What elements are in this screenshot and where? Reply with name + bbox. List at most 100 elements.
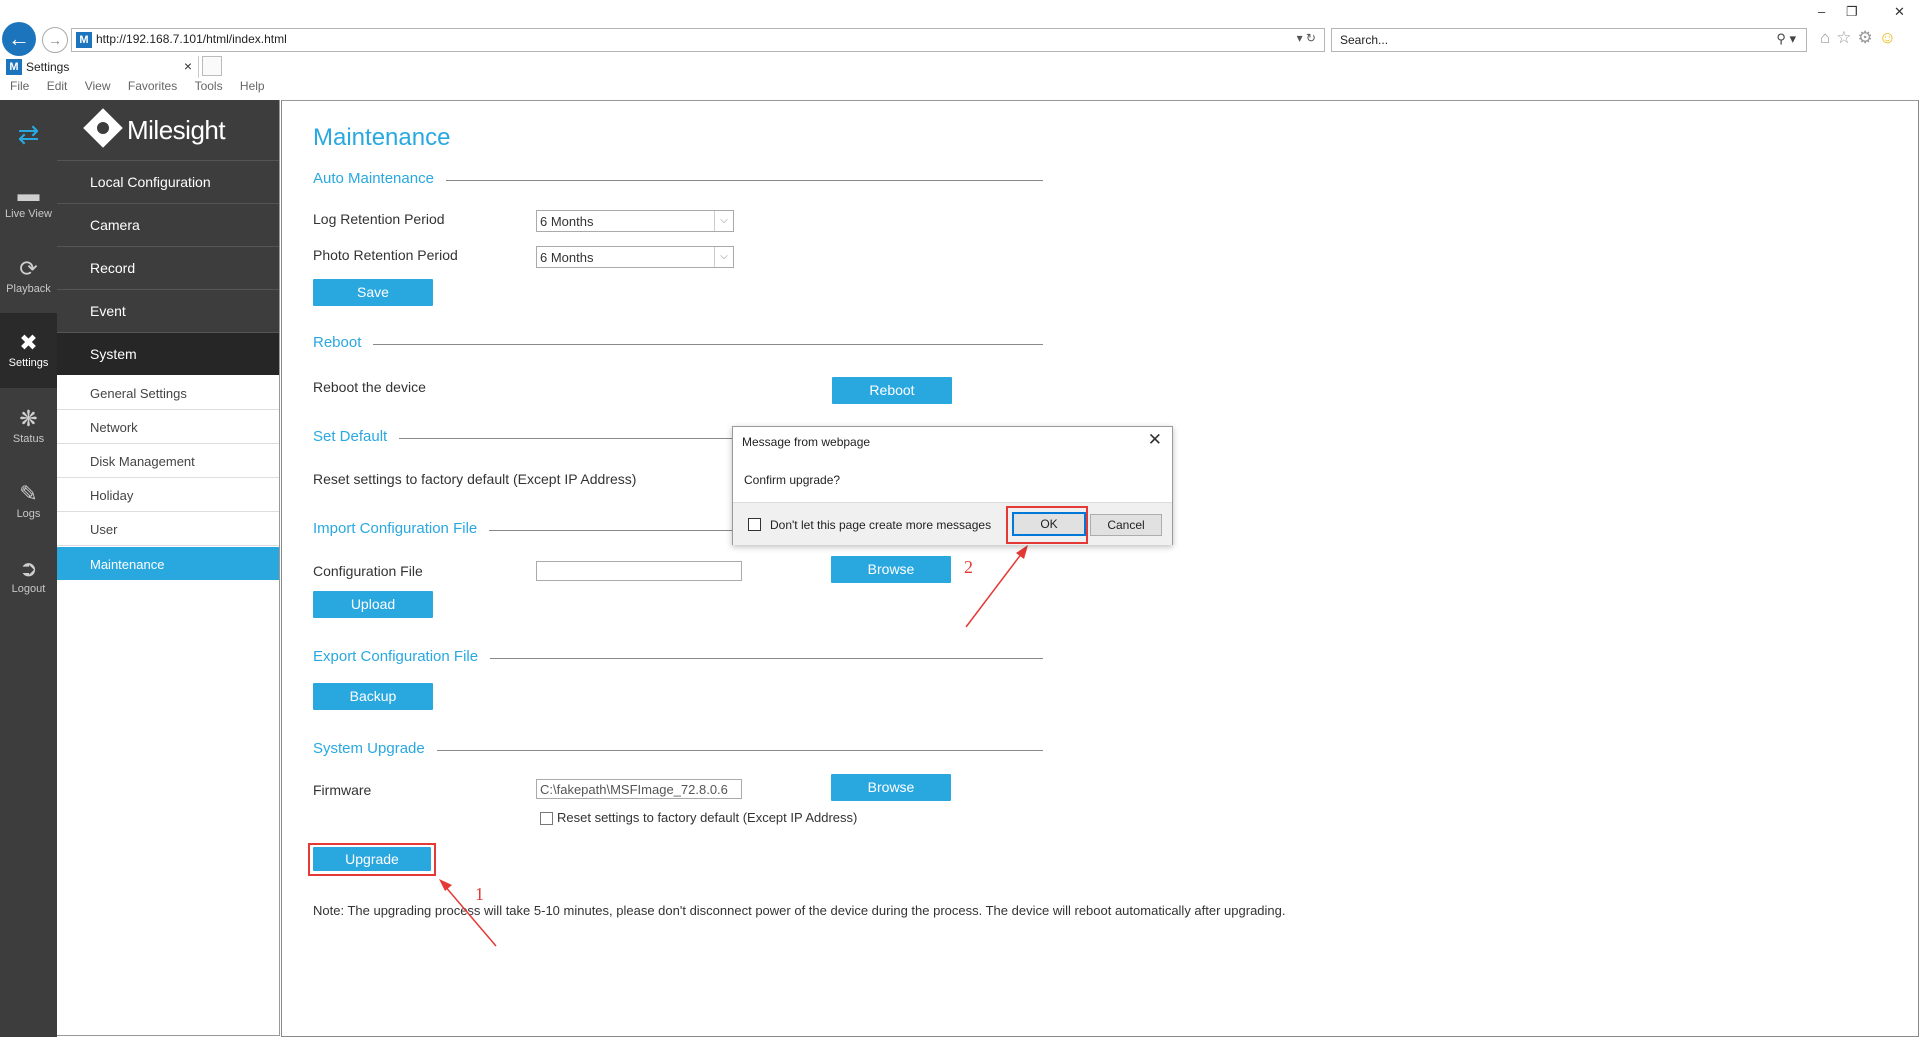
status-icon: ❋ (19, 406, 38, 431)
import-browse-button[interactable]: Browse (831, 556, 951, 583)
menu-item-label: Local Configuration (90, 174, 211, 190)
smiley-icon[interactable]: ☺ (1879, 28, 1902, 47)
nav-status[interactable]: ❋ Status (0, 405, 57, 463)
nav-live-view-label: Live View (5, 208, 52, 220)
menu-tools[interactable]: Tools (195, 79, 223, 93)
browser-tab[interactable]: M Settings × (2, 56, 199, 78)
nav-logout[interactable]: ➲ Logout (0, 555, 57, 613)
settings-menu: Milesight Local Configuration Camera Rec… (57, 100, 280, 1036)
section-title: Set Default (313, 428, 400, 445)
photo-retention-select[interactable]: 6 Months ⌵ (536, 246, 734, 268)
playback-icon: ⟳ (19, 256, 38, 281)
menu-view[interactable]: View (85, 79, 111, 93)
submenu-label: User (90, 522, 118, 537)
firmware-label: Firmware (313, 782, 372, 798)
page-title: Maintenance (313, 124, 451, 151)
firmware-input[interactable]: C:\fakepath\MSFImage_72.8.0.6 (536, 779, 742, 799)
nav-logout-label: Logout (11, 583, 46, 595)
gear-icon[interactable]: ⚙ (1858, 28, 1879, 47)
back-button[interactable]: ← (2, 22, 36, 56)
submenu-maintenance[interactable]: Maintenance (57, 547, 279, 580)
search-placeholder: Search... (1340, 33, 1389, 47)
section-reboot: Reboot (313, 334, 1043, 354)
set-default-label: Reset settings to factory default (Excep… (313, 471, 637, 487)
upgrade-button[interactable]: Upgrade (313, 847, 431, 871)
close-window-icon[interactable]: ✕ (1894, 4, 1905, 20)
submenu-holiday[interactable]: Holiday (57, 478, 279, 512)
ok-button[interactable]: OK (1012, 512, 1086, 536)
section-system-upgrade: System Upgrade (313, 740, 1043, 760)
new-tab-button[interactable] (202, 56, 222, 76)
backup-button[interactable]: Backup (313, 683, 433, 710)
icon-sidebar: ⇄ ▬ Live View ⟳ Playback ✖ Settings ❋ St… (0, 100, 57, 1037)
logout-icon: ➲ (19, 556, 38, 581)
menu-local-configuration[interactable]: Local Configuration (57, 160, 279, 203)
address-bar[interactable]: M http://192.168.7.101/html/index.html ▾… (71, 28, 1325, 52)
favorites-star-icon[interactable]: ☆ (1836, 28, 1857, 47)
section-title: Reboot (313, 334, 374, 351)
restore-icon[interactable]: ❐ (1846, 4, 1858, 20)
menu-help[interactable]: Help (240, 79, 265, 93)
menu-favorites[interactable]: Favorites (128, 79, 177, 93)
menu-record[interactable]: Record (57, 246, 279, 289)
nav-logs[interactable]: ✎ Logs (0, 480, 57, 538)
browser-chrome: ← → M http://192.168.7.101/html/index.ht… (0, 0, 1919, 100)
nav-toggle[interactable]: ⇄ (0, 120, 57, 160)
dialog-message: Confirm upgrade? (744, 473, 841, 487)
tools-icon: ✖ (19, 330, 38, 355)
firmware-browse-button[interactable]: Browse (831, 774, 951, 801)
config-file-input[interactable] (536, 561, 742, 581)
log-retention-select[interactable]: 6 Months ⌵ (536, 210, 734, 232)
menu-camera[interactable]: Camera (57, 203, 279, 246)
maintenance-content: Maintenance Auto Maintenance Log Retenti… (281, 100, 1919, 1037)
submenu-network[interactable]: Network (57, 410, 279, 444)
menu-system[interactable]: System (57, 332, 279, 375)
minimize-icon[interactable]: – (1818, 4, 1825, 19)
annotation-arrow-2 (965, 545, 1028, 628)
close-tab-icon[interactable]: × (184, 58, 192, 74)
section-title: Import Configuration File (313, 520, 490, 537)
suppress-messages-checkbox[interactable] (748, 518, 761, 531)
cancel-button[interactable]: Cancel (1090, 514, 1162, 536)
section-export-config: Export Configuration File (313, 648, 1043, 668)
submenu-label: Holiday (90, 488, 134, 503)
nav-playback[interactable]: ⟳ Playback (0, 255, 57, 313)
section-title: Auto Maintenance (313, 170, 446, 187)
menu-edit[interactable]: Edit (47, 79, 68, 93)
forward-button[interactable]: → (42, 27, 68, 53)
menu-event[interactable]: Event (57, 289, 279, 332)
log-retention-value: 6 Months (540, 214, 594, 229)
log-retention-label: Log Retention Period (313, 211, 445, 227)
upgrade-reset-checkbox[interactable] (540, 812, 553, 825)
section-title: Export Configuration File (313, 648, 491, 665)
section-title: System Upgrade (313, 740, 437, 757)
reboot-button[interactable]: Reboot (832, 377, 952, 404)
search-box[interactable]: Search... ⚲ ▾ (1331, 28, 1807, 52)
menu-file[interactable]: File (10, 79, 29, 93)
upload-button[interactable]: Upload (313, 591, 433, 618)
photo-retention-value: 6 Months (540, 250, 594, 265)
home-icon[interactable]: ⌂ (1820, 28, 1836, 47)
submenu-disk-management[interactable]: Disk Management (57, 444, 279, 478)
nav-playback-label: Playback (6, 283, 51, 295)
submenu-general-settings[interactable]: General Settings (57, 376, 279, 410)
nav-live-view[interactable]: ▬ Live View (0, 180, 57, 238)
search-icon[interactable]: ⚲ ▾ (1776, 31, 1796, 47)
annotation-label-2: 2 (964, 557, 973, 577)
annotation-arrow-1 (439, 879, 497, 947)
brand-name: Milesight (127, 115, 226, 145)
nav-settings[interactable]: ✖ Settings (0, 313, 57, 388)
save-button[interactable]: Save (313, 279, 433, 306)
dialog-title: Message from webpage (742, 435, 871, 449)
suppress-messages-label: Don't let this page create more messages (770, 518, 992, 532)
swap-arrows-icon: ⇄ (17, 119, 40, 149)
confirm-dialog: Message from webpage ✕ Confirm upgrade? … (732, 426, 1173, 545)
submenu-user[interactable]: User (57, 512, 279, 546)
config-file-label: Configuration File (313, 563, 423, 579)
photo-retention-label: Photo Retention Period (313, 247, 458, 263)
upgrade-reset-label: Reset settings to factory default (Excep… (557, 810, 858, 825)
menu-item-label: Record (90, 260, 136, 276)
close-icon[interactable]: ✕ (1148, 430, 1162, 450)
refresh-icon[interactable]: ▾ ↻ (1297, 31, 1316, 45)
chevron-down-icon: ⌵ (714, 247, 733, 267)
